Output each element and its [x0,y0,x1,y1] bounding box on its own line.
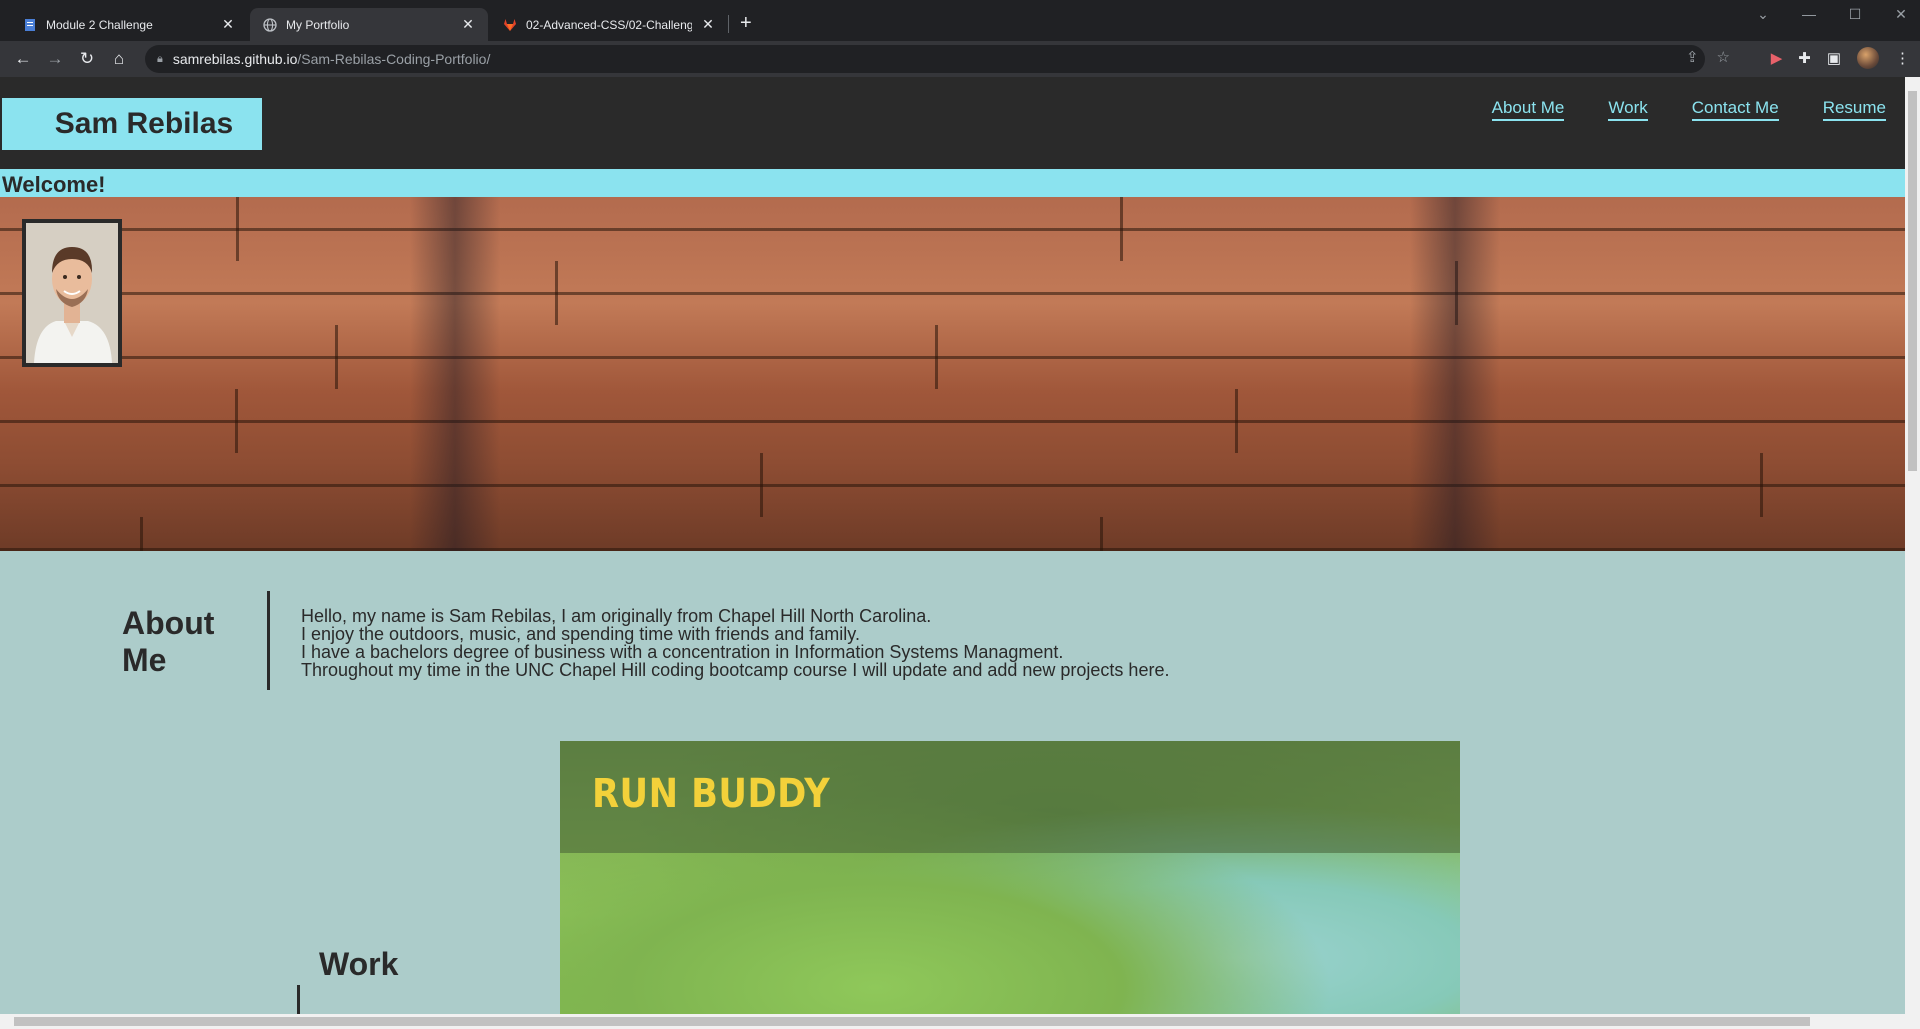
globe-icon [262,17,278,33]
tab-separator [728,15,729,33]
new-tab-button[interactable]: + [740,13,752,33]
about-me-bio: Hello, my name is Sam Rebilas, I am orig… [301,607,1169,679]
about-me-section: About Me Hello, my name is Sam Rebilas, … [0,551,1905,751]
site-brand: Sam Rebilas [2,98,262,150]
profile-avatar[interactable] [1857,47,1879,69]
page-viewport: Sam Rebilas About Me Work Contact Me Res… [0,77,1905,1014]
welcome-heading: Welcome! [2,172,106,197]
nav-link-about-me[interactable]: About Me [1491,98,1565,121]
horizontal-scrollbar[interactable] [0,1014,1920,1029]
site-title: Sam Rebilas [54,107,234,140]
side-panel-icon[interactable]: ▣ [1827,49,1841,67]
minimize-icon[interactable]: — [1786,0,1832,28]
extension-icon[interactable]: ▶ [1771,49,1783,67]
welcome-bar: Welcome! [0,169,1905,197]
home-icon[interactable]: ⌂ [103,45,135,73]
address-bar-actions: ⇪ ☆ [1686,48,1730,66]
gitlab-icon [502,17,518,33]
project-card-run-buddy[interactable]: RUN BUDDY [560,741,1460,1014]
tab-title: 02-Advanced-CSS/02-Challenge [526,17,692,32]
scrollbar-thumb[interactable] [14,1017,1810,1026]
browser-tab-strip: Module 2 Challenge ✕ My Portfolio ✕ 02-A… [0,0,1920,41]
section-divider [267,591,270,690]
work-heading: Work [319,946,399,982]
tab-my-portfolio[interactable]: My Portfolio ✕ [250,8,488,41]
hero-wood-banner [0,197,1905,551]
scrollbar-thumb[interactable] [1908,91,1917,471]
maximize-icon[interactable]: ☐ [1832,0,1878,28]
forward-icon[interactable]: → [39,45,71,73]
site-nav: About Me Work Contact Me Resume [1491,98,1886,121]
project-title: RUN BUDDY [592,771,831,817]
bio-line: I enjoy the outdoors, music, and spendin… [301,624,860,644]
lock-icon: 🔒︎ [157,52,163,65]
tab-title: Module 2 Challenge [46,17,153,32]
bio-line: I have a bachelors degree of business wi… [301,642,1064,662]
url-host: samrebilas.github.io [172,51,298,67]
nav-link-contact-me[interactable]: Contact Me [1691,98,1779,121]
section-divider [297,985,300,1014]
extension-icons: ▶ ✚ ▣ ⋮ [1771,47,1910,69]
vertical-scrollbar[interactable] [1905,77,1920,1014]
site-header: Sam Rebilas About Me Work Contact Me Res… [0,77,1905,169]
reload-icon[interactable]: ↻ [71,45,103,73]
close-tab-icon[interactable]: ✕ [220,16,236,33]
profile-photo [22,219,122,367]
share-icon[interactable]: ⇪ [1686,48,1699,66]
close-tab-icon[interactable]: ✕ [700,16,716,33]
puzzle-icon[interactable]: ✚ [1798,49,1811,67]
about-me-heading: About Me [122,605,215,678]
project-banner: RUN BUDDY [560,741,1460,853]
tab-title: My Portfolio [286,17,350,32]
bio-line: Throughout my time in the UNC Chapel Hil… [301,660,1170,680]
document-icon [22,17,38,33]
nav-link-resume[interactable]: Resume [1822,98,1886,121]
bookmark-star-icon[interactable]: ☆ [1717,48,1730,66]
close-window-icon[interactable]: ✕ [1878,0,1920,28]
tab-gitlab-challenge[interactable]: 02-Advanced-CSS/02-Challenge ✕ [490,8,728,41]
back-icon[interactable]: ← [7,45,39,73]
nav-link-work[interactable]: Work [1608,98,1648,121]
browser-toolbar: ← → ↻ ⌂ 🔒︎ samrebilas.github.io/Sam-Rebi… [0,41,1920,77]
menu-kebab-icon[interactable]: ⋮ [1895,49,1910,67]
bio-line: Hello, my name is Sam Rebilas, I am orig… [301,606,932,626]
address-bar[interactable]: 🔒︎ samrebilas.github.io/Sam-Rebilas-Codi… [145,45,1705,73]
tab-search-icon[interactable]: ⌄ [1740,0,1786,28]
close-tab-icon[interactable]: ✕ [460,16,476,33]
tab-module-2-challenge[interactable]: Module 2 Challenge ✕ [10,8,248,41]
url-path: /Sam-Rebilas-Coding-Portfolio/ [297,51,491,67]
